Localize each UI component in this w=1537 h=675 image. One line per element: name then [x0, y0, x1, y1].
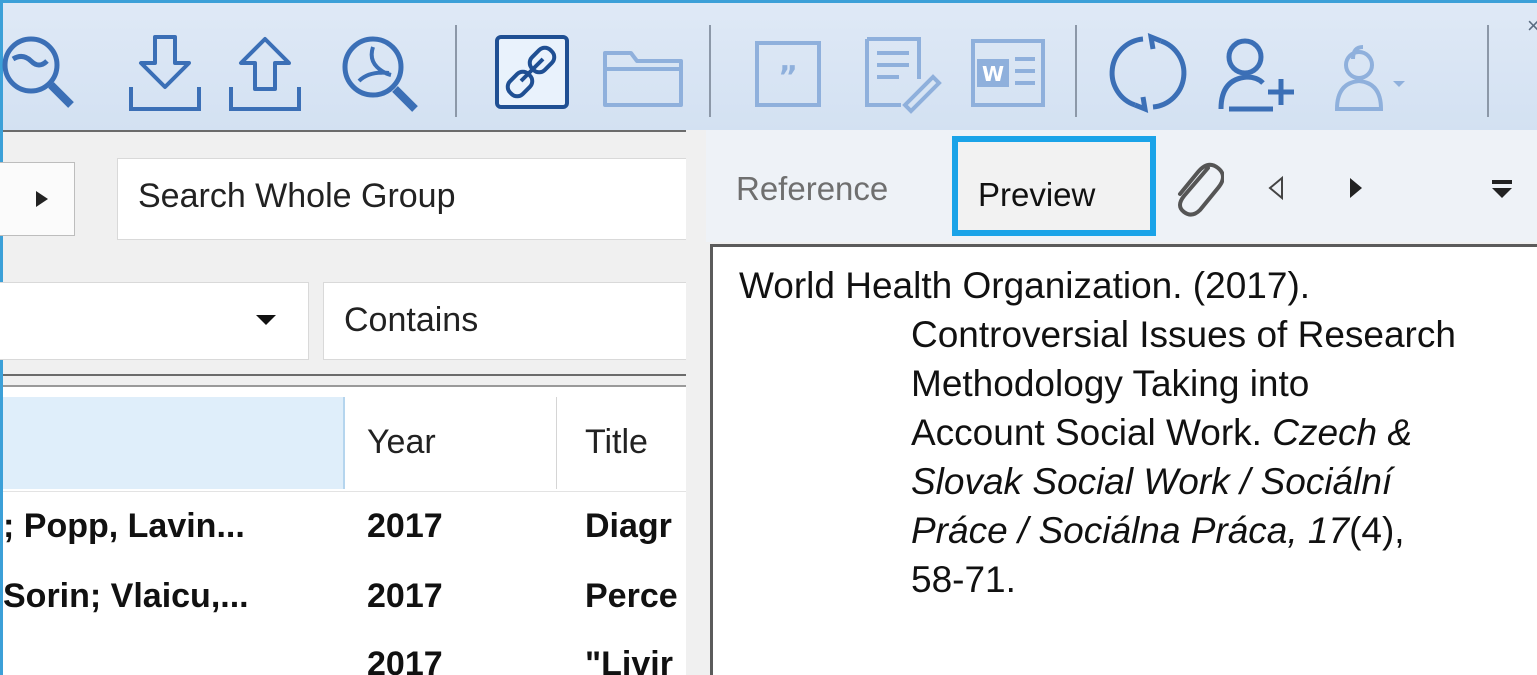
format-bibliography-icon[interactable] [853, 29, 943, 117]
citation-title-line: Account Social Work. Czech & [739, 408, 1456, 457]
citation-journal: Práce / Sociálna Práca, 17 [911, 510, 1350, 551]
main-toolbar: ” W × [0, 3, 1537, 130]
export-icon[interactable] [221, 29, 311, 117]
search-scope-select[interactable]: Search Whole Group [117, 158, 689, 240]
link-icon[interactable] [487, 29, 577, 117]
cell-year: 2017 [367, 577, 443, 615]
column-header-author[interactable] [3, 397, 345, 489]
word-icon[interactable]: W [963, 29, 1053, 117]
group-activity-icon[interactable] [1323, 29, 1413, 117]
citation-title-line: Methodology Taking into [911, 363, 1310, 404]
cell-title: "Livir [585, 645, 673, 675]
citation-journal-line: Slovak Social Work / Sociální [739, 457, 1456, 506]
preview-pane: World Health Organization. (2017). Contr… [710, 244, 1537, 675]
options-button[interactable] [0, 162, 75, 236]
import-icon[interactable] [121, 29, 211, 117]
library-panel: Search Whole Group Contains Year Title ;… [0, 130, 706, 675]
tab-preview-label: Preview [978, 176, 1096, 213]
column-header-title[interactable]: Title [585, 423, 648, 462]
open-folder-icon[interactable] [599, 29, 689, 117]
svg-text:”: ” [778, 60, 798, 95]
field-select[interactable] [0, 282, 309, 360]
citation-author-year: World Health Organization. (2017). [739, 265, 1311, 306]
tab-preview[interactable]: Preview [952, 136, 1156, 236]
online-search-icon[interactable] [0, 29, 81, 117]
share-group-icon[interactable] [1215, 29, 1305, 117]
next-icon[interactable] [1346, 174, 1366, 202]
svg-text:W: W [982, 62, 1004, 86]
citation-journal: Slovak Social Work / Sociální [911, 461, 1393, 502]
play-icon [36, 191, 48, 207]
citation-issue: (4), [1349, 510, 1405, 551]
close-icon[interactable]: × [1527, 13, 1537, 39]
insert-citation-icon[interactable]: ” [743, 29, 833, 117]
cell-title: Diagr [585, 507, 672, 545]
tab-reference[interactable]: Reference [736, 170, 888, 208]
sync-icon[interactable] [1103, 29, 1193, 117]
detail-tabs: Reference Preview [706, 130, 1537, 242]
citation-title-line: Controversial Issues of Research [911, 314, 1456, 355]
operator-label: Contains [344, 301, 479, 339]
citation-pages: 58-71. [911, 559, 1016, 600]
reference-detail-panel: Reference Preview World Health Organizat… [706, 130, 1537, 675]
formatted-citation: World Health Organization. (2017). Contr… [739, 261, 1456, 604]
operator-select[interactable]: Contains [323, 282, 689, 360]
search-panel: Search Whole Group Contains [0, 130, 691, 376]
cell-year: 2017 [367, 645, 443, 675]
panel-splitter[interactable] [686, 130, 706, 675]
reference-list-header: Year Title [3, 387, 689, 492]
reference-list: Year Title ; Popp, Lavin... 2017 Diagr S… [3, 385, 691, 675]
find-pdf-icon[interactable] [333, 29, 423, 117]
citation-journal: Czech & [1272, 412, 1413, 453]
endnote-window: ” W × Search Whole Group Contains Year T… [0, 0, 1537, 675]
menu-icon[interactable] [1490, 178, 1514, 200]
column-header-year[interactable]: Year [367, 423, 436, 462]
paperclip-icon[interactable] [1172, 158, 1224, 218]
previous-icon[interactable] [1266, 174, 1286, 202]
cell-author: ; Popp, Lavin... [3, 507, 245, 545]
cell-year: 2017 [367, 507, 443, 545]
toolbar-separator [709, 25, 711, 117]
dropdown-arrow-icon [256, 315, 276, 325]
cell-author: Sorin; Vlaicu,... [3, 577, 249, 615]
toolbar-separator [1487, 25, 1489, 117]
search-scope-label: Search Whole Group [138, 177, 456, 215]
toolbar-separator [455, 25, 457, 117]
toolbar-separator [1075, 25, 1077, 117]
citation-journal-line: Práce / Sociálna Práca, 17(4), [739, 506, 1456, 555]
column-divider[interactable] [556, 397, 557, 489]
cell-title: Perce [585, 577, 678, 615]
citation-title-end: Account Social Work. [911, 412, 1273, 453]
